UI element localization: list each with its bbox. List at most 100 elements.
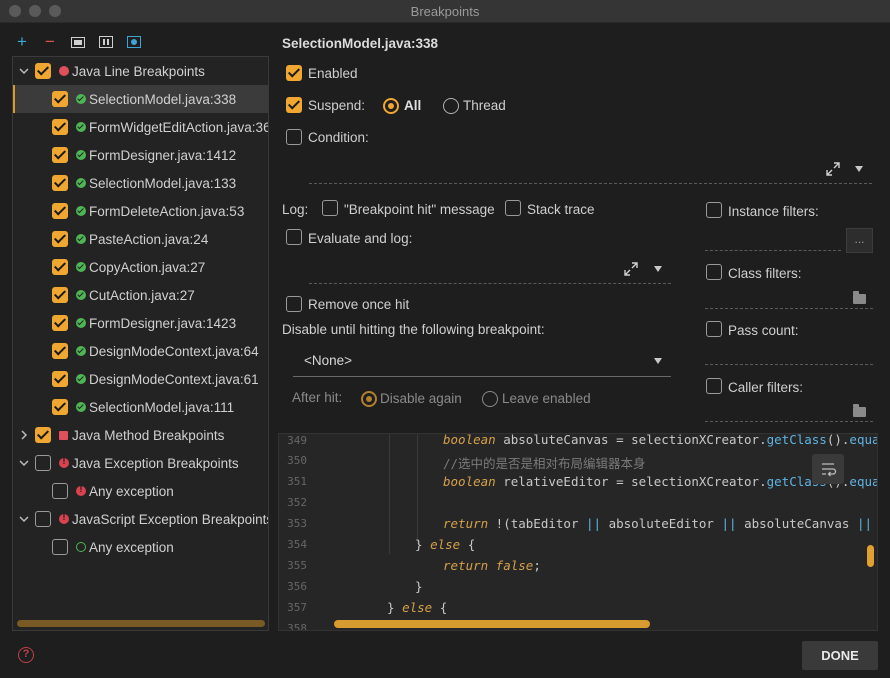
- tree-item[interactable]: DesignModeContext.java:61: [13, 365, 268, 393]
- item-checkbox[interactable]: [52, 231, 68, 247]
- instance-filters-input[interactable]: [705, 250, 841, 251]
- add-breakpoint-button[interactable]: +: [14, 33, 30, 50]
- chevron-down-icon[interactable]: [19, 458, 29, 468]
- code-line: return false;: [443, 558, 541, 573]
- tree-item-label: DesignModeContext.java:61: [89, 371, 259, 387]
- stack-trace-checkbox[interactable]: [505, 200, 521, 216]
- breakpoint-hit-label: "Breakpoint hit" message: [344, 202, 495, 217]
- tree-group-java-line[interactable]: Java Line Breakpoints: [13, 57, 268, 85]
- tree-item-label: SelectionModel.java:111: [89, 399, 235, 415]
- tree-horizontal-scrollbar[interactable]: [17, 620, 265, 627]
- instance-filters-checkbox[interactable]: [706, 202, 722, 218]
- tree-item[interactable]: CopyAction.java:27: [13, 253, 268, 281]
- enabled-checkbox[interactable]: [286, 65, 302, 81]
- item-checkbox[interactable]: [52, 175, 68, 191]
- chevron-down-icon[interactable]: [855, 166, 863, 172]
- group-checkbox[interactable]: [35, 455, 51, 471]
- group-by-class-icon[interactable]: [98, 34, 114, 50]
- tree-group-js-exception[interactable]: JavaScript Exception Breakpoints: [13, 505, 268, 533]
- soft-wrap-icon[interactable]: [812, 454, 844, 484]
- instance-filters-more-button[interactable]: ...: [846, 228, 873, 253]
- after-hit-label: After hit:: [292, 390, 343, 405]
- item-checkbox[interactable]: [52, 483, 68, 499]
- tree-item[interactable]: FormDesigner.java:1423: [13, 309, 268, 337]
- suspend-checkbox[interactable]: [286, 97, 302, 113]
- group-by-package-icon[interactable]: [70, 34, 86, 50]
- tree-item[interactable]: Any exception: [13, 477, 268, 505]
- tree-group-label: JavaScript Exception Breakpoints: [72, 511, 269, 527]
- chevron-down-icon[interactable]: [19, 514, 29, 524]
- group-checkbox[interactable]: [35, 63, 51, 79]
- editor-horizontal-scrollbar[interactable]: [334, 620, 650, 628]
- caller-filters-input[interactable]: [705, 421, 873, 422]
- suspend-thread-radio[interactable]: [443, 98, 459, 114]
- pass-count-checkbox[interactable]: [706, 321, 722, 337]
- breakpoint-toolbar: + −: [14, 32, 142, 52]
- indent-guide: [389, 434, 390, 554]
- tree-item[interactable]: SelectionModel.java:111: [13, 393, 268, 421]
- item-checkbox[interactable]: [52, 259, 68, 275]
- tree-item[interactable]: SelectionModel.java:338: [13, 85, 268, 113]
- evaluate-log-checkbox[interactable]: [286, 229, 302, 245]
- pass-count-input[interactable]: [705, 364, 873, 365]
- suspend-all-label: All: [404, 98, 422, 113]
- tree-item[interactable]: DesignModeContext.java:64: [13, 337, 268, 365]
- remove-breakpoint-button[interactable]: −: [42, 33, 58, 50]
- editor-vertical-scrollbar[interactable]: [867, 545, 874, 567]
- tree-item[interactable]: SelectionModel.java:133: [13, 169, 268, 197]
- remove-once-hit-checkbox[interactable]: [286, 296, 302, 312]
- tree-group-java-exception[interactable]: Java Exception Breakpoints: [13, 449, 268, 477]
- item-checkbox[interactable]: [52, 119, 68, 135]
- log-label: Log:: [282, 202, 309, 217]
- expand-icon[interactable]: [826, 162, 840, 176]
- item-checkbox[interactable]: [52, 343, 68, 359]
- code-preview[interactable]: 349 350 351 352 353 354 355 356 357 358 …: [278, 433, 878, 631]
- item-checkbox[interactable]: [52, 539, 68, 555]
- tree-item[interactable]: Any exception: [13, 533, 268, 561]
- help-icon[interactable]: ?: [18, 647, 34, 663]
- done-button[interactable]: DONE: [802, 641, 878, 670]
- condition-checkbox[interactable]: [286, 129, 302, 145]
- item-checkbox[interactable]: [52, 147, 68, 163]
- folder-icon[interactable]: [853, 291, 866, 304]
- disable-until-value: <None>: [304, 353, 353, 368]
- group-checkbox[interactable]: [35, 427, 51, 443]
- verified-breakpoint-icon: [76, 346, 86, 356]
- expand-icon[interactable]: [624, 262, 638, 276]
- folder-icon[interactable]: [853, 404, 866, 417]
- item-checkbox[interactable]: [52, 399, 68, 415]
- group-checkbox[interactable]: [35, 511, 51, 527]
- tree-item[interactable]: FormWidgetEditAction.java:36: [13, 113, 268, 141]
- class-filters-checkbox[interactable]: [706, 264, 722, 280]
- class-filters-input[interactable]: [705, 308, 873, 309]
- group-by-file-icon[interactable]: [126, 34, 142, 50]
- item-checkbox[interactable]: [52, 287, 68, 303]
- tree-item[interactable]: PasteAction.java:24: [13, 225, 268, 253]
- breakpoint-hit-checkbox[interactable]: [322, 200, 338, 216]
- exception-breakpoint-icon: [76, 484, 86, 496]
- tree-group-java-method[interactable]: Java Method Breakpoints: [13, 421, 268, 449]
- item-checkbox[interactable]: [52, 371, 68, 387]
- line-breakpoint-icon: [59, 66, 69, 76]
- item-checkbox[interactable]: [52, 315, 68, 331]
- caller-filters-checkbox[interactable]: [706, 378, 722, 394]
- disable-until-select[interactable]: <None>: [293, 345, 671, 377]
- item-checkbox[interactable]: [52, 203, 68, 219]
- chevron-down-icon[interactable]: [19, 66, 29, 76]
- suspend-all-radio[interactable]: [383, 98, 399, 114]
- item-checkbox[interactable]: [52, 91, 68, 107]
- disable-again-radio[interactable]: [361, 391, 377, 407]
- condition-input[interactable]: [309, 183, 872, 184]
- chevron-right-icon[interactable]: [19, 430, 29, 440]
- breakpoints-tree[interactable]: Java Line Breakpoints SelectionModel.jav…: [12, 56, 269, 631]
- chevron-down-icon[interactable]: [654, 266, 662, 272]
- tree-item[interactable]: FormDesigner.java:1412: [13, 141, 268, 169]
- line-number: 354: [287, 538, 307, 551]
- evaluate-log-input[interactable]: [309, 283, 671, 284]
- leave-enabled-radio[interactable]: [482, 391, 498, 407]
- disable-until-label: Disable until hitting the following brea…: [282, 322, 545, 337]
- verified-breakpoint-icon: [76, 122, 86, 132]
- pass-count-label: Pass count:: [728, 323, 799, 338]
- tree-item[interactable]: FormDeleteAction.java:53: [13, 197, 268, 225]
- tree-item[interactable]: CutAction.java:27: [13, 281, 268, 309]
